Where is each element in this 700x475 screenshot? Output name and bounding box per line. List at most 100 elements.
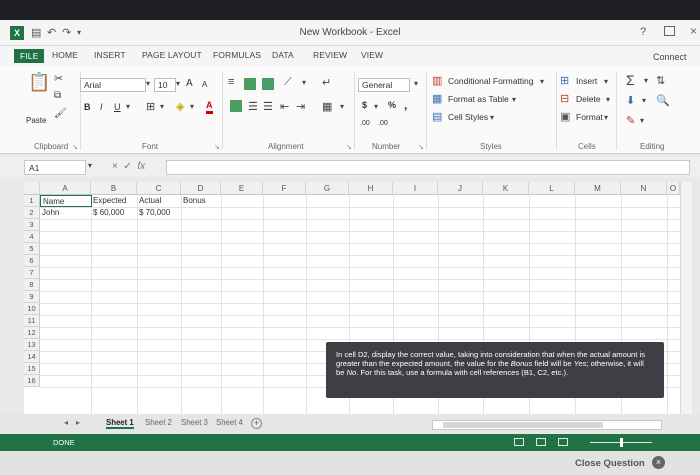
tab-insert[interactable]: INSERT bbox=[94, 50, 126, 60]
column-header-e[interactable]: E bbox=[221, 182, 263, 195]
number-launcher-icon[interactable]: ↘ bbox=[418, 143, 424, 151]
cancel-entry-icon[interactable]: × bbox=[112, 161, 118, 172]
tab-view[interactable]: VIEW bbox=[361, 50, 383, 60]
fill-color-icon[interactable]: ◈ bbox=[176, 100, 184, 113]
currency-dropdown-icon[interactable]: ▾ bbox=[374, 102, 378, 111]
find-select-icon[interactable]: 🔍 bbox=[656, 94, 670, 107]
insert-cells-icon[interactable]: ⊞ bbox=[560, 74, 569, 87]
format-as-table-dropdown-icon[interactable]: ▾ bbox=[512, 95, 516, 104]
decrease-decimal-button[interactable]: .00 bbox=[378, 120, 388, 127]
number-format-dropdown-icon[interactable]: ▾ bbox=[414, 79, 418, 88]
italic-button[interactable]: I bbox=[100, 102, 103, 112]
delete-dropdown-icon[interactable]: ▾ bbox=[606, 95, 610, 104]
percent-button[interactable]: % bbox=[388, 100, 396, 110]
row-header-9[interactable]: 9 bbox=[24, 291, 40, 303]
column-header-c[interactable]: C bbox=[137, 182, 181, 195]
help-button[interactable]: ? bbox=[640, 26, 646, 38]
add-sheet-button[interactable]: + bbox=[251, 418, 262, 429]
column-header-g[interactable]: G bbox=[306, 182, 349, 195]
orientation-dropdown-icon[interactable]: ▾ bbox=[302, 78, 306, 87]
tab-review[interactable]: REVIEW bbox=[313, 50, 347, 60]
clear-icon[interactable]: ✎ bbox=[626, 114, 635, 127]
align-right-icon[interactable]: ☰ bbox=[263, 100, 273, 113]
conditional-formatting-dropdown-icon[interactable]: ▾ bbox=[540, 77, 544, 86]
enter-entry-icon[interactable]: ✓ bbox=[123, 161, 131, 172]
column-header-a[interactable]: A bbox=[40, 182, 91, 195]
tab-data[interactable]: DATA bbox=[272, 50, 294, 60]
cell-c2[interactable]: $ 70,000 bbox=[137, 207, 181, 219]
alignment-launcher-icon[interactable]: ↘ bbox=[346, 143, 352, 151]
sheet-tab-4[interactable]: Sheet 4 bbox=[216, 418, 243, 427]
insert-dropdown-icon[interactable]: ▾ bbox=[604, 77, 608, 86]
delete-cells-icon[interactable]: ⊟ bbox=[560, 92, 569, 105]
font-color-button[interactable]: A bbox=[206, 100, 213, 114]
page-break-view-icon[interactable] bbox=[558, 438, 568, 446]
row-header-12[interactable]: 12 bbox=[24, 327, 40, 339]
column-header-n[interactable]: N bbox=[621, 182, 667, 195]
row-header-1[interactable]: 1 bbox=[24, 195, 40, 207]
format-cells-icon[interactable]: ▣ bbox=[560, 110, 570, 123]
zoom-slider-thumb[interactable] bbox=[620, 438, 623, 447]
column-header-l[interactable]: L bbox=[529, 182, 575, 195]
normal-view-icon[interactable] bbox=[514, 438, 524, 446]
close-question-icon[interactable]: × bbox=[652, 456, 665, 469]
format-button[interactable]: Format bbox=[576, 112, 603, 122]
increase-decimal-button[interactable]: .00 bbox=[360, 120, 370, 127]
cell-d1[interactable]: Bonus bbox=[181, 195, 221, 207]
row-header-15[interactable]: 15 bbox=[24, 363, 40, 375]
sort-filter-icon[interactable]: ⇅ bbox=[656, 74, 665, 87]
comma-style-button[interactable]: , bbox=[404, 98, 407, 112]
wrap-text-icon[interactable]: ↵ bbox=[322, 76, 331, 89]
column-header-h[interactable]: H bbox=[349, 182, 393, 195]
insert-button[interactable]: Insert bbox=[576, 76, 597, 86]
bold-button[interactable]: B bbox=[84, 102, 91, 112]
sheet-tab-1[interactable]: Sheet 1 bbox=[106, 418, 134, 429]
decrease-indent-icon[interactable]: ⇤ bbox=[280, 100, 289, 113]
merge-dropdown-icon[interactable]: ▾ bbox=[340, 102, 344, 111]
format-as-table-icon[interactable]: ▦ bbox=[432, 92, 442, 105]
restore-button[interactable] bbox=[664, 26, 675, 36]
fill-icon[interactable]: ⬇ bbox=[626, 94, 635, 107]
tab-file[interactable]: FILE bbox=[14, 49, 45, 63]
sheet-nav-prev-icon[interactable]: ◂ bbox=[64, 418, 68, 427]
align-left-icon[interactable] bbox=[230, 100, 242, 112]
cell-styles-icon[interactable]: ▤ bbox=[432, 110, 442, 123]
horizontal-scrollbar[interactable] bbox=[432, 420, 662, 430]
autosum-dropdown-icon[interactable]: ▾ bbox=[644, 76, 648, 85]
row-header-7[interactable]: 7 bbox=[24, 267, 40, 279]
row-header-3[interactable]: 3 bbox=[24, 219, 40, 231]
delete-button[interactable]: Delete bbox=[576, 94, 601, 104]
grow-font-button[interactable]: A bbox=[186, 78, 193, 89]
sheet-tab-3[interactable]: Sheet 3 bbox=[181, 418, 208, 427]
row-header-14[interactable]: 14 bbox=[24, 351, 40, 363]
row-header-13[interactable]: 13 bbox=[24, 339, 40, 351]
cell-a1[interactable]: Name bbox=[40, 195, 92, 207]
conditional-formatting-icon[interactable]: ▥ bbox=[432, 74, 442, 87]
row-header-5[interactable]: 5 bbox=[24, 243, 40, 255]
vertical-scrollbar[interactable] bbox=[680, 182, 692, 430]
fill-dropdown-icon[interactable]: ▾ bbox=[642, 96, 646, 105]
underline-button[interactable]: U bbox=[114, 102, 121, 112]
row-header-11[interactable]: 11 bbox=[24, 315, 40, 327]
font-launcher-icon[interactable]: ↘ bbox=[214, 143, 220, 151]
sheet-nav-next-icon[interactable]: ▸ bbox=[76, 418, 80, 427]
cell-c1[interactable]: Actual bbox=[137, 195, 181, 207]
increase-indent-icon[interactable]: ⇥ bbox=[296, 100, 305, 113]
font-name-dropdown-icon[interactable]: ▾ bbox=[146, 79, 150, 88]
close-question-button[interactable]: Close Question bbox=[575, 458, 645, 469]
column-header-k[interactable]: K bbox=[483, 182, 529, 195]
row-header-8[interactable]: 8 bbox=[24, 279, 40, 291]
align-middle-icon[interactable] bbox=[244, 78, 256, 90]
column-header-d[interactable]: D bbox=[181, 182, 221, 195]
row-header-10[interactable]: 10 bbox=[24, 303, 40, 315]
formula-input[interactable] bbox=[166, 160, 690, 175]
underline-dropdown-icon[interactable]: ▾ bbox=[126, 102, 130, 111]
format-as-table-button[interactable]: Format as Table bbox=[448, 94, 509, 104]
format-dropdown-icon[interactable]: ▾ bbox=[604, 113, 608, 122]
paste-button[interactable]: Paste bbox=[26, 116, 46, 125]
paste-icon[interactable]: 📋 bbox=[28, 72, 50, 93]
merge-center-icon[interactable]: ▦ bbox=[322, 100, 332, 113]
align-bottom-icon[interactable] bbox=[262, 78, 274, 90]
row-header-4[interactable]: 4 bbox=[24, 231, 40, 243]
column-header-m[interactable]: M bbox=[575, 182, 621, 195]
